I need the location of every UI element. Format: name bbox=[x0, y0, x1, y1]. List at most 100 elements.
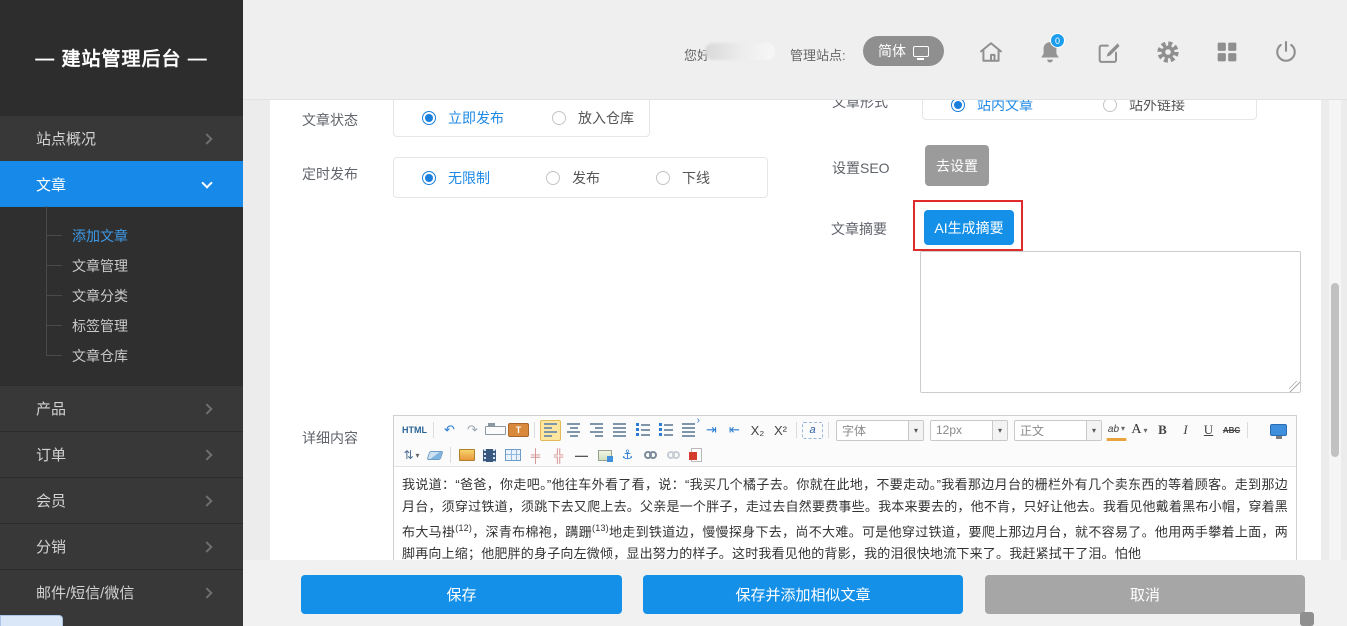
unlink-icon[interactable] bbox=[663, 445, 684, 466]
radio-selected-icon[interactable] bbox=[951, 100, 965, 112]
sidebar-item-mail-sms-wechat[interactable]: 邮件/短信/微信 bbox=[0, 569, 243, 615]
floating-widget-partial[interactable] bbox=[1300, 612, 1314, 626]
radio-unselected-icon[interactable] bbox=[656, 171, 670, 185]
home-icon[interactable] bbox=[977, 38, 1005, 66]
link-icon[interactable] bbox=[640, 445, 661, 466]
html-source-button[interactable]: HTML bbox=[401, 420, 428, 441]
submenu-item-tag-manage[interactable]: 标签管理 bbox=[0, 311, 243, 341]
articles-submenu: 添加文章 文章管理 文章分类 标签管理 文章仓库 bbox=[0, 207, 243, 385]
paragraph-format-select[interactable]: 正文▾ bbox=[1014, 420, 1102, 441]
radio-option[interactable]: 站外链接 bbox=[1103, 100, 1185, 115]
submenu-item-article-warehouse[interactable]: 文章仓库 bbox=[0, 341, 243, 371]
ai-button-highlight-box: AI生成摘要 bbox=[913, 200, 1023, 251]
font-family-select[interactable]: 字体▾ bbox=[836, 420, 924, 441]
top-header: 您好 管理站点: 简体 0 bbox=[243, 0, 1347, 100]
cancel-button[interactable]: 取消 bbox=[985, 575, 1305, 614]
sidebar-item-site-overview[interactable]: 站点概况 bbox=[0, 115, 243, 161]
chevron-down-icon bbox=[201, 177, 212, 188]
ordered-list-icon[interactable] bbox=[632, 420, 653, 441]
toolbar-separator bbox=[1247, 422, 1248, 438]
insert-table-icon bbox=[505, 449, 521, 461]
ai-generate-summary-button[interactable]: AI生成摘要 bbox=[924, 210, 1014, 245]
font-size-select[interactable]: 12px▾ bbox=[930, 420, 1008, 441]
submenu-item-article-manage[interactable]: 文章管理 bbox=[0, 251, 243, 281]
username-redacted bbox=[705, 43, 775, 60]
app-logo: — 建站管理后台 — bbox=[0, 0, 243, 115]
autotypeset-icon[interactable]: a bbox=[802, 422, 823, 439]
radio-label: 下线 bbox=[682, 168, 710, 188]
fullscreen-icon[interactable] bbox=[1268, 420, 1289, 441]
insert-map-icon[interactable] bbox=[594, 445, 615, 466]
apps-grid-icon[interactable] bbox=[1213, 38, 1241, 66]
radio-option[interactable]: 无限制 bbox=[422, 168, 490, 188]
justify-icon[interactable] bbox=[609, 420, 630, 441]
radio-option[interactable]: 下线 bbox=[656, 168, 710, 188]
radio-option[interactable]: 放入仓库 bbox=[552, 108, 634, 128]
radio-unselected-icon[interactable] bbox=[546, 171, 560, 185]
radio-label: 发布 bbox=[572, 168, 600, 188]
indent-icon[interactable]: ⇥ bbox=[701, 420, 722, 441]
sidebar-item-distribution[interactable]: 分销 bbox=[0, 523, 243, 569]
article-edit-panel: 文章形式 站内文章站外链接 文章状态 立即发布放入仓库 定时发布 无限制发布下线… bbox=[270, 100, 1321, 560]
save-button[interactable]: 保存 bbox=[301, 575, 622, 614]
submenu-item-add-article[interactable]: 添加文章 bbox=[0, 221, 243, 251]
bold-icon[interactable]: B bbox=[1152, 420, 1173, 441]
radio-option[interactable]: 立即发布 bbox=[422, 108, 504, 128]
horizontal-rule-icon[interactable]: — bbox=[571, 445, 592, 466]
align-right-icon[interactable] bbox=[586, 420, 607, 441]
anchor-icon[interactable]: ⚓ bbox=[617, 445, 638, 466]
insert-table-icon[interactable] bbox=[502, 445, 523, 466]
seo-settings-button[interactable]: 去设置 bbox=[925, 145, 989, 186]
pagebreak-icon[interactable]: ╪ bbox=[525, 445, 546, 466]
unordered-list-icon[interactable] bbox=[655, 420, 676, 441]
radio-unselected-icon[interactable] bbox=[1103, 100, 1117, 112]
save-and-add-similar-button[interactable]: 保存并添加相似文章 bbox=[643, 575, 963, 614]
site-language-button[interactable]: 简体 bbox=[863, 36, 944, 66]
line-height-icon[interactable]: ⇅▾ bbox=[401, 445, 422, 466]
align-left-icon[interactable] bbox=[540, 420, 561, 441]
align-center-icon bbox=[567, 423, 580, 437]
paragraph-indent-icon[interactable] bbox=[678, 420, 699, 441]
align-center-icon[interactable] bbox=[563, 420, 584, 441]
toolbar-separator bbox=[796, 422, 797, 438]
print-icon[interactable] bbox=[485, 426, 506, 435]
redo-icon[interactable]: ↷ bbox=[462, 420, 483, 441]
insert-image-icon[interactable] bbox=[456, 445, 477, 466]
chevron-right-icon bbox=[201, 403, 212, 414]
editor-content[interactable]: 我说道：“爸爸，你走吧。”他往车外看了看，说：“我买几个橘子去。你就在此地，不要… bbox=[394, 467, 1296, 560]
undo-icon[interactable]: ↶ bbox=[439, 420, 460, 441]
page-scrollbar-thumb[interactable] bbox=[1331, 283, 1339, 457]
submenu-item-article-category[interactable]: 文章分类 bbox=[0, 281, 243, 311]
textarea-resize-handle[interactable] bbox=[1289, 381, 1300, 392]
italic-icon[interactable]: I bbox=[1175, 420, 1196, 441]
insert-video-icon[interactable] bbox=[479, 445, 500, 466]
outdent-icon[interactable]: ⇤ bbox=[724, 420, 745, 441]
highlight-color-icon[interactable]: ab▾ bbox=[1106, 420, 1127, 441]
summary-textarea[interactable] bbox=[920, 251, 1301, 393]
sidebar-item-products[interactable]: 产品 bbox=[0, 385, 243, 431]
logout-power-icon[interactable] bbox=[1272, 38, 1300, 66]
radio-selected-icon[interactable] bbox=[422, 171, 436, 185]
pagebreak-clear-icon[interactable]: ╬ bbox=[548, 445, 569, 466]
notification-badge: 0 bbox=[1050, 33, 1065, 48]
underline-icon[interactable]: U bbox=[1198, 420, 1219, 441]
sidebar-item-members[interactable]: 会员 bbox=[0, 477, 243, 523]
sidebar-item-articles[interactable]: 文章 bbox=[0, 161, 243, 207]
settings-gear-icon[interactable] bbox=[1154, 38, 1182, 66]
toolbar-separator bbox=[534, 422, 535, 438]
word-import-icon[interactable] bbox=[686, 445, 707, 466]
radio-option[interactable]: 站内文章 bbox=[951, 100, 1033, 115]
radio-selected-icon[interactable] bbox=[422, 111, 436, 125]
edit-post-icon[interactable] bbox=[1095, 38, 1123, 66]
chevron-right-icon bbox=[201, 449, 212, 460]
paste-text-icon[interactable]: T bbox=[508, 423, 529, 437]
superscript-icon[interactable]: X² bbox=[770, 420, 791, 441]
strikethrough-icon[interactable]: ABC bbox=[1221, 420, 1242, 441]
font-color-icon[interactable]: A▾ bbox=[1129, 420, 1150, 441]
tree-line bbox=[46, 206, 62, 236]
sidebar-item-orders[interactable]: 订单 bbox=[0, 431, 243, 477]
radio-unselected-icon[interactable] bbox=[552, 111, 566, 125]
subscript-icon[interactable]: X₂ bbox=[747, 420, 768, 441]
format-eraser-icon[interactable] bbox=[424, 445, 445, 466]
radio-option[interactable]: 发布 bbox=[546, 168, 600, 188]
